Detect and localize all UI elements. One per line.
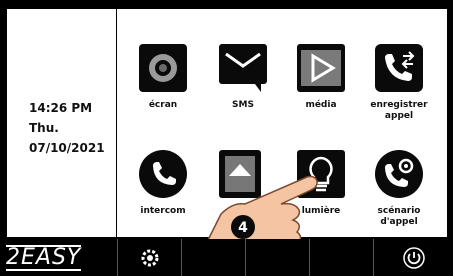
tile-enregistrer-appel[interactable]: enregistrer appel: [359, 42, 439, 122]
brand-logo: 2EASY: [0, 239, 118, 276]
device-screen: 14:26 PM Thu. 07/10/2021 écran SMS média…: [5, 7, 449, 269]
status-panel: 14:26 PM Thu. 07/10/2021: [7, 9, 117, 237]
tile-label: média: [305, 100, 337, 110]
step-number: 4: [238, 220, 248, 236]
phone-icon: [137, 148, 189, 200]
tile-label: scénario d'appel: [377, 206, 421, 227]
date-text: 07/10/2021: [29, 141, 105, 155]
mail-icon: [217, 42, 269, 94]
taskbar: 2EASY: [0, 239, 453, 276]
taskbar-slot-4[interactable]: [246, 239, 310, 276]
call-settings-icon: [373, 148, 425, 200]
settings-button[interactable]: [118, 239, 182, 276]
tile-label: écran: [148, 100, 178, 110]
day-text: Thu.: [29, 121, 59, 135]
tile-media[interactable]: média: [281, 42, 361, 111]
gear-icon: [141, 249, 158, 266]
power-button[interactable]: [374, 239, 453, 276]
call-record-icon: [373, 42, 425, 94]
power-icon: [402, 246, 425, 269]
taskbar-slot-5[interactable]: [310, 239, 374, 276]
tile-sms[interactable]: SMS: [203, 42, 283, 111]
tile-scenario-appel[interactable]: scénario d'appel: [359, 148, 439, 228]
tile-label: SMS: [232, 100, 254, 110]
time-text: 14:26 PM: [29, 101, 93, 115]
camera-icon: [137, 42, 189, 94]
taskbar-slot-3[interactable]: [182, 239, 246, 276]
tile-label: enregistrer appel: [370, 100, 428, 121]
clock: 14:26 PM Thu. 07/10/2021: [29, 98, 105, 158]
play-icon: [295, 42, 347, 94]
tile-ecran[interactable]: écran: [123, 42, 203, 111]
